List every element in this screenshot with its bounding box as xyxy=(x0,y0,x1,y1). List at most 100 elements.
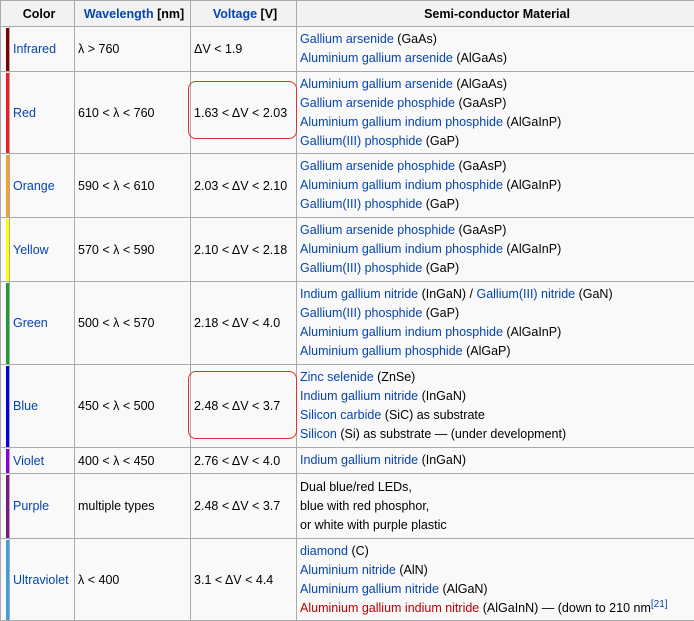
color-swatch-cell xyxy=(1,474,10,539)
voltage-link[interactable]: Voltage xyxy=(213,7,257,21)
material-line: Aluminium gallium indium nitride (AlGaIn… xyxy=(300,599,694,618)
material-text: (GaAs) xyxy=(394,32,437,46)
material-link[interactable]: Aluminium gallium indium phosphide xyxy=(300,325,503,339)
color-swatch-cell xyxy=(1,218,10,282)
material-link[interactable]: Gallium arsenide phosphide xyxy=(300,223,455,237)
material-link[interactable]: Aluminium gallium phosphide xyxy=(300,344,463,358)
material-line: Silicon carbide (SiC) as substrate xyxy=(300,406,694,425)
material-line: Aluminium gallium arsenide (AlGaAs) xyxy=(300,75,694,94)
material-cell: Gallium arsenide (GaAs)Aluminium gallium… xyxy=(297,27,694,72)
material-link[interactable]: Gallium arsenide phosphide xyxy=(300,159,455,173)
material-line: Gallium(III) phosphide (GaP) xyxy=(300,259,694,278)
color-name-link[interactable]: Orange xyxy=(10,154,75,218)
material-link[interactable]: Indium gallium nitride xyxy=(300,389,418,403)
material-line: Aluminium gallium indium phosphide (AlGa… xyxy=(300,113,694,132)
table-row: Infraredλ > 760ΔV < 1.9Gallium arsenide … xyxy=(1,27,694,72)
material-link[interactable]: Gallium(III) phosphide xyxy=(300,197,422,211)
material-link[interactable]: Gallium(III) phosphide xyxy=(300,134,422,148)
material-link[interactable]: Aluminium gallium indium phosphide xyxy=(300,242,503,256)
voltage-value: 2.76 < ΔV < 4.0 xyxy=(191,448,297,474)
color-name-link[interactable]: Ultraviolet xyxy=(10,539,75,621)
led-color-table: Color Wavelength [nm] Voltage [V] Semi-c… xyxy=(0,0,694,621)
table-body: Infraredλ > 760ΔV < 1.9Gallium arsenide … xyxy=(1,27,694,621)
material-line: Aluminium gallium nitride (AlGaN) xyxy=(300,580,694,599)
material-link[interactable]: Aluminium gallium indium phosphide xyxy=(300,178,503,192)
color-name-link[interactable]: Red xyxy=(10,72,75,154)
color-name-link[interactable]: Green xyxy=(10,282,75,365)
material-line: Aluminium gallium indium phosphide (AlGa… xyxy=(300,240,694,259)
material-cell: Aluminium gallium arsenide (AlGaAs) Galli… xyxy=(297,72,694,154)
material-text: (GaP) xyxy=(422,197,459,211)
voltage-value: 2.18 < ΔV < 4.0 xyxy=(191,282,297,365)
material-link[interactable]: Indium gallium nitride xyxy=(300,453,418,467)
header-row: Color Wavelength [nm] Voltage [V] Semi-c… xyxy=(1,1,694,27)
material-line: blue with red phosphor, xyxy=(300,497,694,516)
wavelength-unit: [nm] xyxy=(157,7,184,21)
material-line: diamond (C) xyxy=(300,542,694,561)
material-link[interactable]: Aluminium gallium arsenide xyxy=(300,51,453,65)
material-link[interactable]: Indium gallium nitride xyxy=(300,287,418,301)
wavelength-value: 610 < λ < 760 xyxy=(75,72,191,154)
table-row: Ultravioletλ < 4003.1 < ΔV < 4.4diamond … xyxy=(1,539,694,621)
material-line: Gallium arsenide (GaAs) xyxy=(300,30,694,49)
voltage-value: 3.1 < ΔV < 4.4 xyxy=(191,539,297,621)
wavelength-value: 590 < λ < 610 xyxy=(75,154,191,218)
material-text: (InGaN) xyxy=(418,389,466,403)
material-line: or white with purple plastic xyxy=(300,516,694,535)
header-wavelength: Wavelength [nm] xyxy=(75,1,191,27)
table-row: Violet400 < λ < 4502.76 < ΔV < 4.0Indium… xyxy=(1,448,694,474)
material-text: (AlGaP) xyxy=(463,344,511,358)
material-link[interactable]: Gallium(III) phosphide xyxy=(300,261,422,275)
wavelength-value: 570 < λ < 590 xyxy=(75,218,191,282)
material-text: (InGaN) / xyxy=(418,287,476,301)
reference-link[interactable]: [21] xyxy=(651,598,668,609)
wavelength-link[interactable]: Wavelength xyxy=(84,7,154,21)
material-line: Gallium(III) phosphide (GaP) xyxy=(300,304,694,323)
voltage-value: 2.48 < ΔV < 3.7 xyxy=(191,474,297,539)
material-cell: Gallium arsenide phosphide (GaAsP)Alumin… xyxy=(297,218,694,282)
material-cell: Indium gallium nitride (InGaN) xyxy=(297,448,694,474)
material-line: Aluminium nitride (AlN) xyxy=(300,561,694,580)
color-name-link[interactable]: Blue xyxy=(10,365,75,448)
material-text: (AlGaAs) xyxy=(453,51,507,65)
material-link[interactable]: Aluminium gallium nitride xyxy=(300,582,439,596)
material-text: (GaN) xyxy=(575,287,613,301)
color-name-link[interactable]: Violet xyxy=(10,448,75,474)
material-link[interactable]: Aluminium gallium indium phosphide xyxy=(300,115,503,129)
material-line: Aluminium gallium indium phosphide (AlGa… xyxy=(300,323,694,342)
material-link[interactable]: Silicon xyxy=(300,427,337,441)
material-link[interactable]: Gallium arsenide xyxy=(300,32,394,46)
color-name-link[interactable]: Infrared xyxy=(10,27,75,72)
color-swatch-cell xyxy=(1,365,10,448)
color-name-link[interactable]: Yellow xyxy=(10,218,75,282)
material-link[interactable]: Aluminium nitride xyxy=(300,563,396,577)
wavelength-value: 400 < λ < 450 xyxy=(75,448,191,474)
material-link[interactable]: Gallium arsenide phosphide xyxy=(300,96,455,110)
material-line: Aluminium gallium arsenide (AlGaAs) xyxy=(300,49,694,68)
color-swatch-cell xyxy=(1,282,10,365)
material-link[interactable]: Gallium(III) phosphide xyxy=(300,306,422,320)
material-link[interactable]: Aluminium gallium indium nitride xyxy=(300,601,479,615)
color-swatch-cell xyxy=(1,154,10,218)
material-line: Gallium arsenide phosphide (GaAsP) xyxy=(300,157,694,176)
table-row: Purplemultiple types2.48 < ΔV < 3.7Dual … xyxy=(1,474,694,539)
material-text: (GaP) xyxy=(422,134,459,148)
material-text: (GaP) xyxy=(422,261,459,275)
material-link[interactable]: Gallium(III) nitride xyxy=(476,287,575,301)
material-link[interactable]: Aluminium gallium arsenide xyxy=(300,77,453,91)
material-cell: Indium gallium nitride (InGaN) / Gallium… xyxy=(297,282,694,365)
voltage-value: 2.10 < ΔV < 2.18 xyxy=(191,218,297,282)
material-text: (GaP) xyxy=(422,306,459,320)
voltage-unit: [V] xyxy=(261,7,278,21)
material-link[interactable]: Silicon carbide xyxy=(300,408,381,422)
material-link[interactable]: diamond xyxy=(300,544,348,558)
material-line: Silicon (Si) as substrate — (under devel… xyxy=(300,425,694,444)
voltage-value: 2.03 < ΔV < 2.10 xyxy=(191,154,297,218)
color-name-link[interactable]: Purple xyxy=(10,474,75,539)
material-text: Dual blue/red LEDs, xyxy=(300,480,412,494)
color-swatch-cell xyxy=(1,72,10,154)
material-text: (ZnSe) xyxy=(374,370,416,384)
material-text: (AlGaN) xyxy=(439,582,488,596)
material-line: Gallium(III) phosphide (GaP) xyxy=(300,132,694,151)
material-link[interactable]: Zinc selenide xyxy=(300,370,374,384)
